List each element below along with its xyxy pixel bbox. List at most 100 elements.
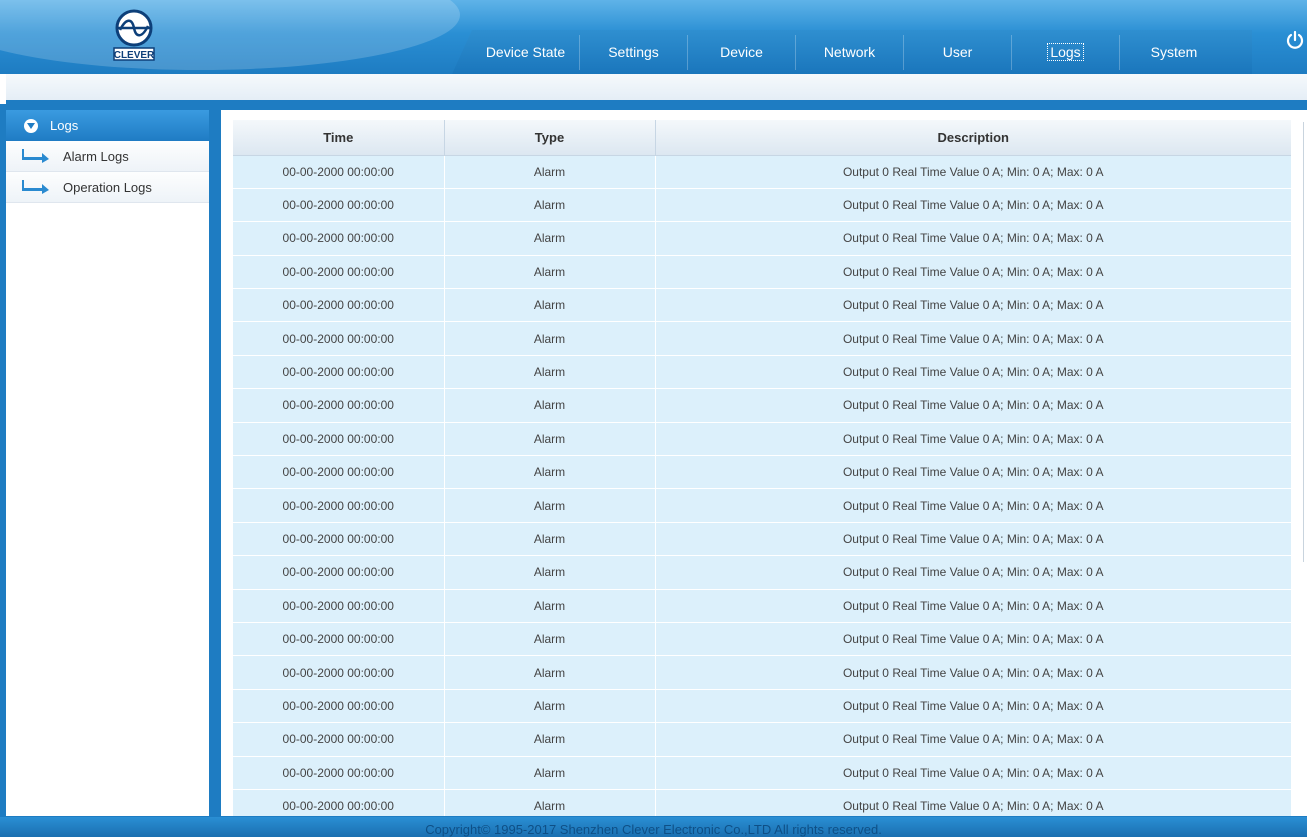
table-row[interactable]: 00-00-2000 00:00:00 Alarm Output 0 Real Ti… (233, 689, 1291, 724)
cell-time: 00-00-2000 00:00:00 (233, 756, 445, 790)
cell-time: 00-00-2000 00:00:00 (233, 689, 445, 724)
tab-label: Settings (608, 44, 659, 60)
cell-type: Alarm (444, 488, 656, 523)
table-row[interactable]: 00-00-2000 00:00:00 Alarm Output 0 Real Ti… (233, 756, 1291, 790)
table-row[interactable]: 00-00-2000 00:00:00 Alarm Output 0 Real Ti… (233, 589, 1291, 623)
cell-type: Alarm (444, 288, 656, 323)
cell-time: 00-00-2000 00:00:00 (233, 522, 445, 557)
cell-type: Alarm (444, 756, 656, 790)
tab-logs[interactable]: Logs (1012, 35, 1120, 70)
cell-description: Output 0 Real Time Value 0 A; Min: 0 A; … (655, 155, 1291, 189)
cell-type: Alarm (444, 188, 656, 223)
cell-time: 00-00-2000 00:00:00 (233, 789, 445, 816)
cell-time: 00-00-2000 00:00:00 (233, 155, 445, 189)
tab-label: Logs (1047, 43, 1084, 61)
cell-time: 00-00-2000 00:00:00 (233, 488, 445, 523)
cell-time: 00-00-2000 00:00:00 (233, 589, 445, 623)
cell-description: Output 0 Real Time Value 0 A; Min: 0 A; … (655, 722, 1291, 757)
cell-type: Alarm (444, 321, 656, 356)
table-row[interactable]: 00-00-2000 00:00:00 Alarm Output 0 Real Ti… (233, 655, 1291, 690)
table-row[interactable]: 00-00-2000 00:00:00 Alarm Output 0 Real Ti… (233, 188, 1291, 223)
table-body: 00-00-2000 00:00:00 Alarm Output 0 Real Ti… (233, 155, 1291, 816)
table-row[interactable]: 00-00-2000 00:00:00 Alarm Output 0 Real Ti… (233, 522, 1291, 557)
cell-description: Output 0 Real Time Value 0 A; Min: 0 A; … (655, 756, 1291, 790)
cell-time: 00-00-2000 00:00:00 (233, 355, 445, 390)
top-header: CLEVER Device State Settings Device Netw… (0, 0, 1307, 74)
table-row[interactable]: 00-00-2000 00:00:00 Alarm Output 0 Real Ti… (233, 455, 1291, 490)
cell-time: 00-00-2000 00:00:00 (233, 188, 445, 223)
tab-device[interactable]: Device (688, 35, 796, 70)
table-row[interactable]: 00-00-2000 00:00:00 Alarm Output 0 Real Ti… (233, 155, 1291, 189)
table-row[interactable]: 00-00-2000 00:00:00 Alarm Output 0 Real Ti… (233, 221, 1291, 256)
sidebar-item-alarm-logs[interactable]: Alarm Logs (6, 141, 209, 172)
cell-time: 00-00-2000 00:00:00 (233, 255, 445, 290)
tab-user[interactable]: User (904, 35, 1012, 70)
table-row[interactable]: 00-00-2000 00:00:00 Alarm Output 0 Real Ti… (233, 355, 1291, 390)
main-content: Time Type Description 00-00-2000 00:00:0… (221, 110, 1307, 816)
cell-time: 00-00-2000 00:00:00 (233, 655, 445, 690)
header-swoosh (0, 0, 460, 70)
table-row[interactable]: 00-00-2000 00:00:00 Alarm Output 0 Real Ti… (233, 422, 1291, 457)
cell-type: Alarm (444, 522, 656, 557)
sidebar-header-logs[interactable]: Logs (6, 110, 209, 141)
cell-type: Alarm (444, 655, 656, 690)
cell-time: 00-00-2000 00:00:00 (233, 221, 445, 256)
cell-type: Alarm (444, 789, 656, 816)
cell-description: Output 0 Real Time Value 0 A; Min: 0 A; … (655, 655, 1291, 690)
tab-settings[interactable]: Settings (580, 35, 688, 70)
cell-description: Output 0 Real Time Value 0 A; Min: 0 A; … (655, 589, 1291, 623)
tab-label: Device (720, 44, 763, 60)
sidebar-item-label: Alarm Logs (63, 148, 129, 164)
tab-label: Network (823, 44, 876, 60)
table-row[interactable]: 00-00-2000 00:00:00 Alarm Output 0 Real Ti… (233, 555, 1291, 590)
cell-time: 00-00-2000 00:00:00 (233, 722, 445, 757)
cell-description: Output 0 Real Time Value 0 A; Min: 0 A; … (655, 255, 1291, 290)
arrow-icon (22, 149, 50, 163)
tab-network[interactable]: Network (796, 35, 904, 70)
table-row[interactable]: 00-00-2000 00:00:00 Alarm Output 0 Real Ti… (233, 321, 1291, 356)
cell-description: Output 0 Real Time Value 0 A; Min: 0 A; … (655, 221, 1291, 256)
column-header-type[interactable]: Type (444, 120, 656, 156)
cell-time: 00-00-2000 00:00:00 (233, 455, 445, 490)
sidebar-item-label: Operation Logs (63, 179, 152, 195)
cell-description: Output 0 Real Time Value 0 A; Min: 0 A; … (655, 522, 1291, 557)
cell-description: Output 0 Real Time Value 0 A; Min: 0 A; … (655, 622, 1291, 657)
tab-label: User (942, 44, 973, 60)
sidebar-item-operation-logs[interactable]: Operation Logs (6, 172, 209, 203)
cell-time: 00-00-2000 00:00:00 (233, 321, 445, 356)
cell-description: Output 0 Real Time Value 0 A; Min: 0 A; … (655, 355, 1291, 390)
power-icon[interactable] (1285, 30, 1305, 50)
cell-time: 00-00-2000 00:00:00 (233, 622, 445, 657)
cell-description: Output 0 Real Time Value 0 A; Min: 0 A; … (655, 789, 1291, 816)
table-row[interactable]: 00-00-2000 00:00:00 Alarm Output 0 Real Ti… (233, 388, 1291, 423)
tab-system[interactable]: System (1120, 35, 1228, 70)
table-row[interactable]: 00-00-2000 00:00:00 Alarm Output 0 Real Ti… (233, 622, 1291, 657)
table-row[interactable]: 00-00-2000 00:00:00 Alarm Output 0 Real Ti… (233, 255, 1291, 290)
table-row[interactable]: 00-00-2000 00:00:00 Alarm Output 0 Real Ti… (233, 789, 1291, 816)
cell-type: Alarm (444, 622, 656, 657)
table-row[interactable]: 00-00-2000 00:00:00 Alarm Output 0 Real Ti… (233, 722, 1291, 757)
cell-type: Alarm (444, 722, 656, 757)
cell-description: Output 0 Real Time Value 0 A; Min: 0 A; … (655, 488, 1291, 523)
cell-time: 00-00-2000 00:00:00 (233, 288, 445, 323)
tab-device-state[interactable]: Device State (472, 35, 580, 70)
cell-description: Output 0 Real Time Value 0 A; Min: 0 A; … (655, 188, 1291, 223)
column-header-time[interactable]: Time (233, 120, 445, 156)
sidebar-header-label: Logs (50, 118, 79, 133)
tab-label: System (1150, 44, 1198, 60)
cell-type: Alarm (444, 589, 656, 623)
scrollbar[interactable] (1303, 122, 1307, 562)
cell-type: Alarm (444, 555, 656, 590)
main-nav: Device State Settings Device Network Use… (472, 35, 1228, 70)
column-header-description[interactable]: Description (655, 120, 1291, 156)
table-row[interactable]: 00-00-2000 00:00:00 Alarm Output 0 Real Ti… (233, 288, 1291, 323)
cell-type: Alarm (444, 255, 656, 290)
logo-text: CLEVER (114, 50, 155, 61)
clever-logo[interactable]: CLEVER (110, 6, 158, 64)
tab-label: Device State (485, 44, 566, 60)
cell-type: Alarm (444, 689, 656, 724)
copyright-text: Copyright© 1995-2017 Shenzhen Clever Ele… (425, 822, 882, 837)
table-row[interactable]: 00-00-2000 00:00:00 Alarm Output 0 Real Ti… (233, 488, 1291, 523)
cell-description: Output 0 Real Time Value 0 A; Min: 0 A; … (655, 455, 1291, 490)
footer: Copyright© 1995-2017 Shenzhen Clever Ele… (0, 817, 1307, 837)
